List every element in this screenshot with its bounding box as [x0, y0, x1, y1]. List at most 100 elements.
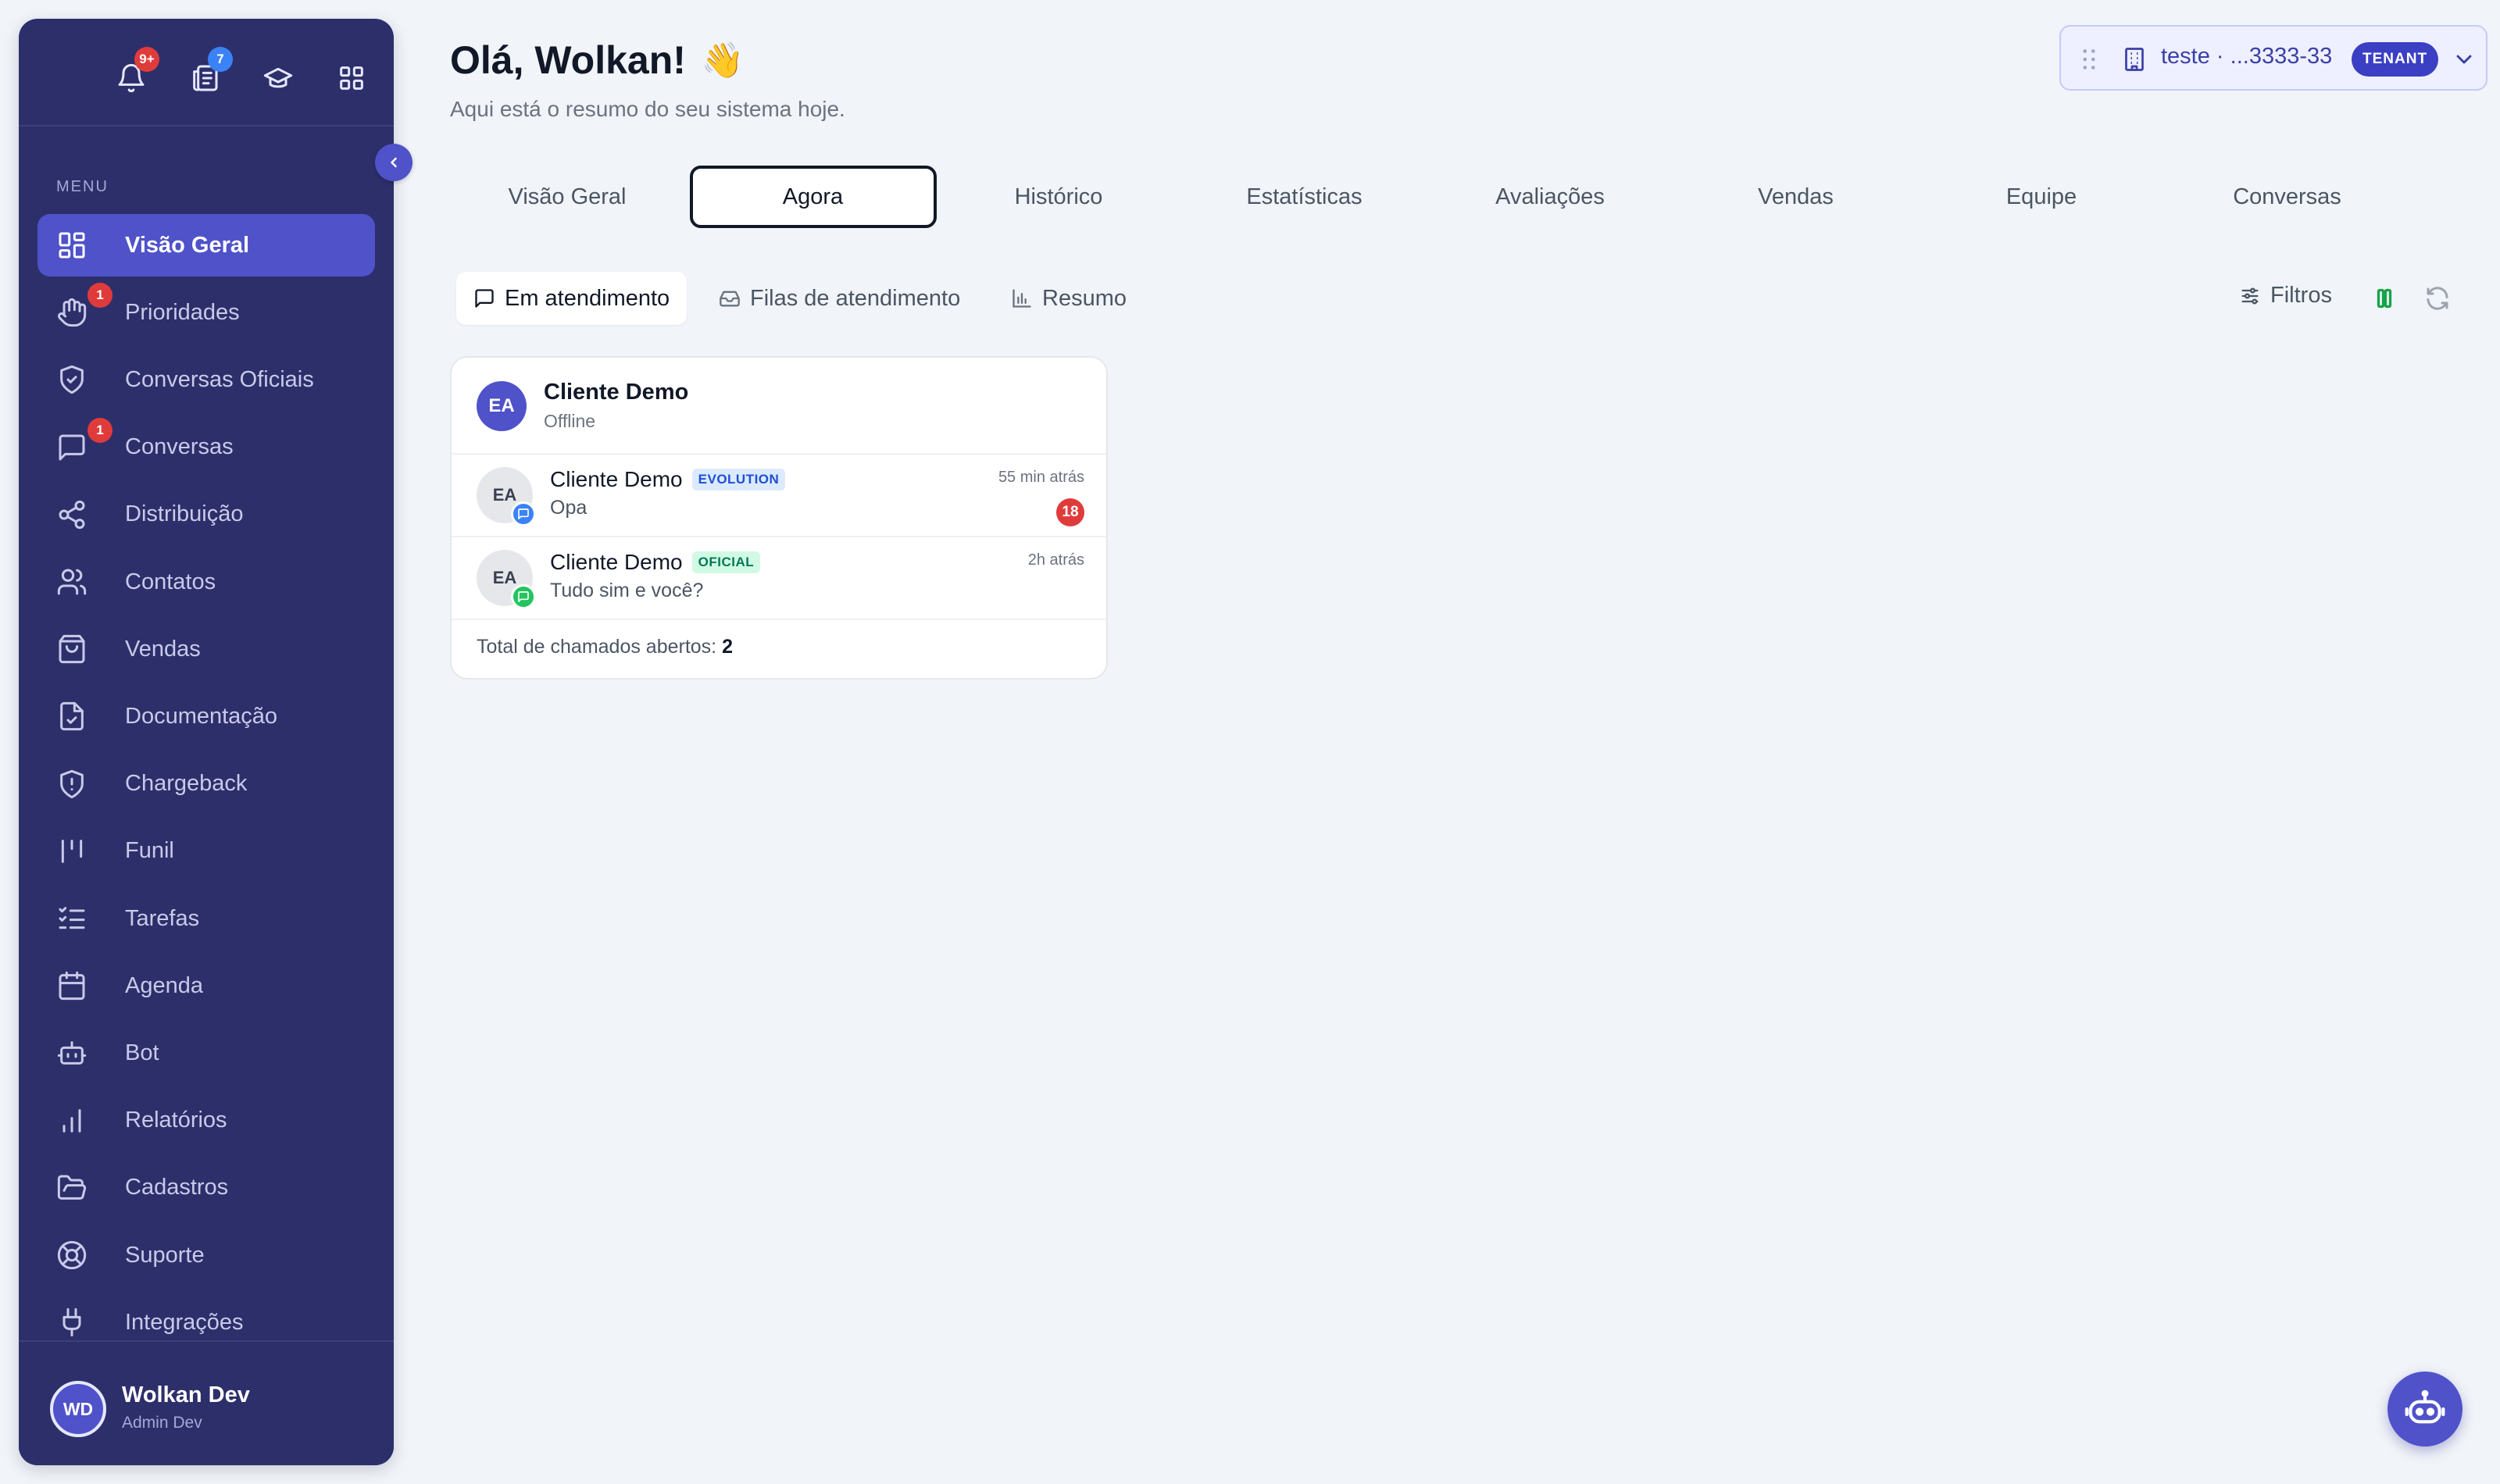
- building-icon: [2125, 48, 2144, 71]
- conversation-item[interactable]: EA Cliente Demo OFICIAL Tudo sim e você?…: [452, 537, 1106, 620]
- notifications-button[interactable]: 9+: [112, 47, 159, 97]
- sidebar-item-label: Contatos: [125, 569, 216, 594]
- tab-equipe[interactable]: Equipe: [1918, 166, 2165, 228]
- agent-name: Cliente Demo: [544, 380, 689, 405]
- refresh-icon: [2427, 287, 2448, 310]
- filters-label: Filtros: [2270, 283, 2332, 308]
- task-list-icon: [56, 903, 88, 934]
- tenant-selector[interactable]: teste · ...3333-33 TENANT: [2059, 25, 2488, 91]
- subtab-resumo[interactable]: Resumo: [994, 272, 1144, 325]
- wave-emoji-icon: 👋: [701, 41, 745, 80]
- contact-name: Cliente Demo: [550, 467, 683, 491]
- channel-tag: EVOLUTION: [691, 469, 786, 491]
- tab-avaliacoes[interactable]: Avaliações: [1427, 166, 1673, 228]
- refresh-button[interactable]: [2423, 284, 2452, 312]
- subtab-label: Em atendimento: [505, 285, 670, 311]
- sidebar-item-conversas-oficiais[interactable]: Conversas Oficiais: [38, 348, 375, 411]
- sidebar-item-documentacao[interactable]: Documentação: [38, 685, 375, 747]
- sidebar-item-vendas[interactable]: Vendas: [38, 618, 375, 680]
- sidebar-item-contatos[interactable]: Contatos: [38, 551, 375, 613]
- shield-alert-icon: [56, 769, 88, 800]
- sidebar-item-label: Conversas: [125, 434, 234, 460]
- sidebar-item-funil[interactable]: Funil: [38, 820, 375, 883]
- sidebar-item-label: Vendas: [125, 636, 201, 662]
- user-name: Wolkan Dev: [122, 1382, 250, 1407]
- tenant-badge: TENANT: [2352, 42, 2439, 77]
- sidebar-item-agenda[interactable]: Agenda: [38, 954, 375, 1017]
- last-message: Tudo sim e você?: [550, 580, 704, 601]
- total-open-tickets: Total de chamados abertos: 2: [477, 636, 733, 658]
- subtab-filas-de-atendimento[interactable]: Filas de atendimento: [702, 272, 977, 325]
- bar-chart-icon: [1012, 289, 1031, 308]
- channel-chat-icon: [511, 501, 536, 526]
- tickets-button[interactable]: 7: [186, 47, 233, 97]
- sidebar-item-prioridades[interactable]: 1 Prioridades: [38, 281, 375, 344]
- sidebar-item-label: Bot: [125, 1040, 159, 1065]
- calendar-icon: [56, 970, 88, 1001]
- sliders-icon: [2241, 287, 2259, 304]
- shopping-bag-icon: [56, 633, 88, 665]
- agent-card: EA Cliente Demo Offline EA Cliente Demo …: [450, 356, 1108, 680]
- sidebar-item-badge: 1: [88, 283, 112, 309]
- agent-status: Offline: [544, 411, 596, 431]
- sidebar-item-label: Funil: [125, 838, 174, 864]
- apps-grid-icon: [340, 66, 363, 90]
- notifications-badge: 9+: [134, 47, 159, 72]
- greeting-text: Olá, Wolkan!: [450, 38, 686, 82]
- avatar: EA: [477, 381, 527, 431]
- chat-icon: [56, 432, 88, 463]
- sidebar-item-label: Integrações: [125, 1309, 244, 1335]
- bar-chart-icon: [56, 1105, 88, 1136]
- subtab-em-atendimento[interactable]: Em atendimento: [456, 272, 688, 325]
- card-divider: [452, 619, 1106, 620]
- sidebar-item-tarefas[interactable]: Tarefas: [38, 887, 375, 950]
- sidebar-item-chargeback[interactable]: Chargeback: [38, 753, 375, 815]
- channel-tag: OFICIAL: [691, 551, 761, 573]
- hand-icon: [56, 297, 88, 328]
- sidebar-item-suporte[interactable]: Suporte: [38, 1224, 375, 1286]
- tab-vendas[interactable]: Vendas: [1673, 166, 1920, 228]
- academy-button[interactable]: [259, 59, 297, 97]
- tab-visao-geral[interactable]: Visão Geral: [444, 166, 691, 228]
- share-icon: [56, 499, 88, 530]
- assistant-bot-button[interactable]: [2388, 1372, 2462, 1447]
- unread-badge: 18: [1056, 498, 1084, 526]
- drag-handle-icon[interactable]: [2080, 48, 2098, 70]
- sidebar-item-label: Cadastros: [125, 1175, 229, 1200]
- sidebar-item-badge: 1: [88, 417, 112, 443]
- columns-icon: [2377, 288, 2392, 309]
- column-view-button[interactable]: [2370, 284, 2398, 312]
- sidebar-item-label: Chargeback: [125, 771, 248, 797]
- sidebar-item-visao-geral[interactable]: Visão Geral: [38, 214, 375, 276]
- users-icon: [56, 566, 88, 598]
- message-time: 2h atrás: [1027, 551, 1084, 569]
- funnel-icon: [56, 836, 88, 867]
- sidebar-item-cadastros[interactable]: Cadastros: [38, 1157, 375, 1219]
- sidebar-item-label: Documentação: [125, 703, 278, 729]
- sidebar-item-bot[interactable]: Bot: [38, 1022, 375, 1084]
- tab-historico[interactable]: Histórico: [935, 166, 1182, 228]
- user-profile[interactable]: WD Wolkan Dev Admin Dev: [19, 1340, 394, 1465]
- sidebar-item-conversas[interactable]: 1 Conversas: [38, 416, 375, 479]
- message-time: 55 min atrás: [998, 469, 1084, 486]
- apps-button[interactable]: [333, 59, 370, 97]
- sidebar: 9+ 7 MENU Visão Geral 1 Prioridades Convers…: [19, 19, 394, 1465]
- conversation-item[interactable]: EA Cliente Demo EVOLUTION Opa 55 min atr…: [452, 455, 1106, 537]
- last-message: Opa: [550, 497, 588, 519]
- sidebar-item-label: Tarefas: [125, 905, 200, 931]
- contact-name: Cliente Demo: [550, 550, 683, 574]
- chevron-down-icon[interactable]: [2452, 47, 2477, 72]
- filters-button[interactable]: Filtros: [2239, 283, 2332, 309]
- graduation-cap-icon: [263, 67, 293, 88]
- avatar: WD: [50, 1381, 106, 1437]
- tab-estatisticas[interactable]: Estatísticas: [1181, 166, 1428, 228]
- sidebar-item-distribuicao[interactable]: Distribuição: [38, 483, 375, 546]
- conversation-title: Cliente Demo EVOLUTION: [550, 467, 786, 492]
- sidebar-item-label: Conversas Oficiais: [125, 366, 314, 392]
- tab-conversas[interactable]: Conversas: [2164, 166, 2411, 228]
- plug-icon: [56, 1307, 88, 1338]
- sidebar-collapse-button[interactable]: [375, 144, 412, 181]
- sidebar-item-relatorios[interactable]: Relatórios: [38, 1090, 375, 1152]
- tab-agora[interactable]: Agora: [689, 166, 937, 228]
- user-role: Admin Dev: [122, 1414, 202, 1432]
